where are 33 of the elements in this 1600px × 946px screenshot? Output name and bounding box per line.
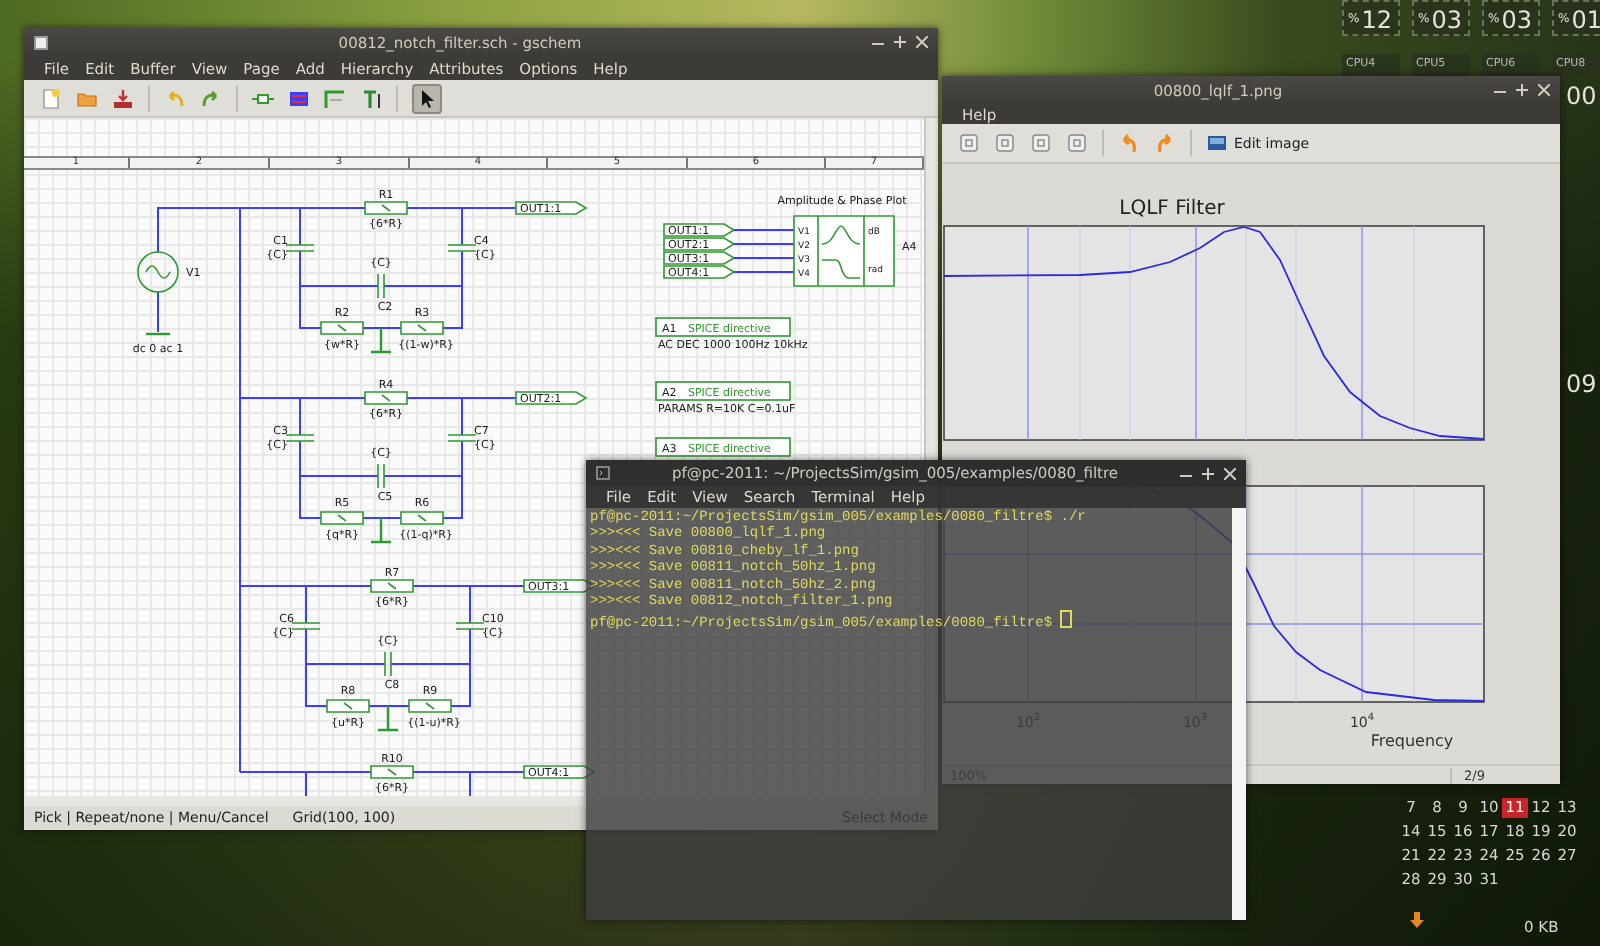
maximize-icon[interactable] bbox=[894, 36, 906, 48]
bus-icon[interactable] bbox=[324, 87, 346, 109]
close-icon[interactable] bbox=[1538, 84, 1550, 96]
maximize-icon[interactable] bbox=[1516, 84, 1528, 96]
resistor-symbol bbox=[370, 765, 414, 779]
text-icon[interactable] bbox=[360, 87, 382, 109]
redo-icon[interactable] bbox=[200, 87, 222, 109]
terminal-icon bbox=[596, 466, 610, 480]
save-icon[interactable] bbox=[112, 87, 134, 109]
maximize-icon[interactable] bbox=[1202, 467, 1214, 479]
select-tool-button[interactable] bbox=[412, 83, 442, 113]
zoom-in-icon[interactable] bbox=[1030, 132, 1052, 154]
net-icon[interactable] bbox=[288, 87, 310, 109]
scrollbar[interactable] bbox=[1232, 508, 1246, 920]
wire bbox=[733, 243, 795, 245]
fit-icon[interactable] bbox=[1066, 132, 1088, 154]
pointer-icon bbox=[419, 89, 435, 107]
close-icon[interactable] bbox=[916, 36, 928, 48]
picture-icon bbox=[1206, 132, 1228, 154]
widget-reading: 00 bbox=[1566, 82, 1597, 110]
plot-block bbox=[793, 215, 895, 287]
widget-reading: 09 bbox=[1566, 370, 1597, 398]
axis-label: Frequency bbox=[1370, 732, 1454, 750]
wire bbox=[733, 229, 795, 231]
zoom-out-icon[interactable] bbox=[958, 132, 980, 154]
chart-title: LQLF Filter bbox=[1119, 198, 1225, 220]
close-icon[interactable] bbox=[1224, 467, 1236, 479]
wire bbox=[733, 271, 795, 273]
app-icon bbox=[34, 35, 48, 49]
download-arrow-icon bbox=[1410, 912, 1424, 928]
voltage-source-symbol bbox=[137, 251, 179, 293]
wire bbox=[733, 257, 795, 259]
zoom-normal-icon[interactable] bbox=[994, 132, 1016, 154]
